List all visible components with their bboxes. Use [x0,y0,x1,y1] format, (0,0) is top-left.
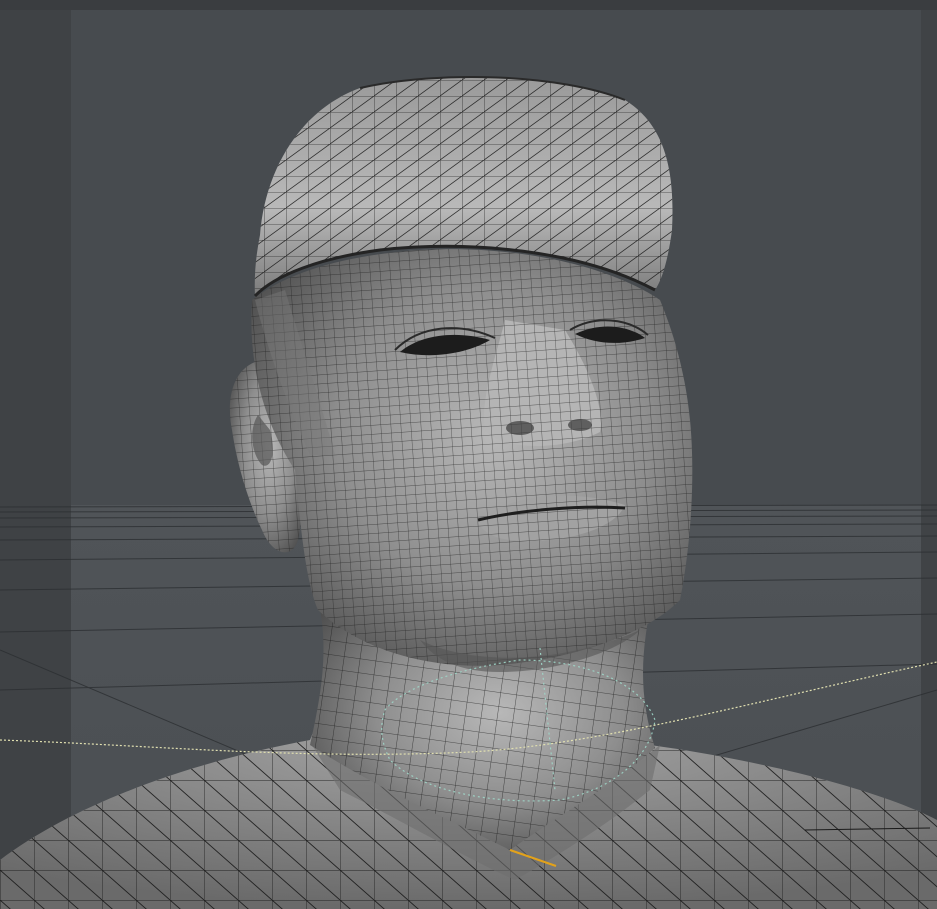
head-mesh[interactable] [251,249,693,666]
3d-viewport[interactable] [0,0,937,909]
scene-canvas [0,75,937,909]
